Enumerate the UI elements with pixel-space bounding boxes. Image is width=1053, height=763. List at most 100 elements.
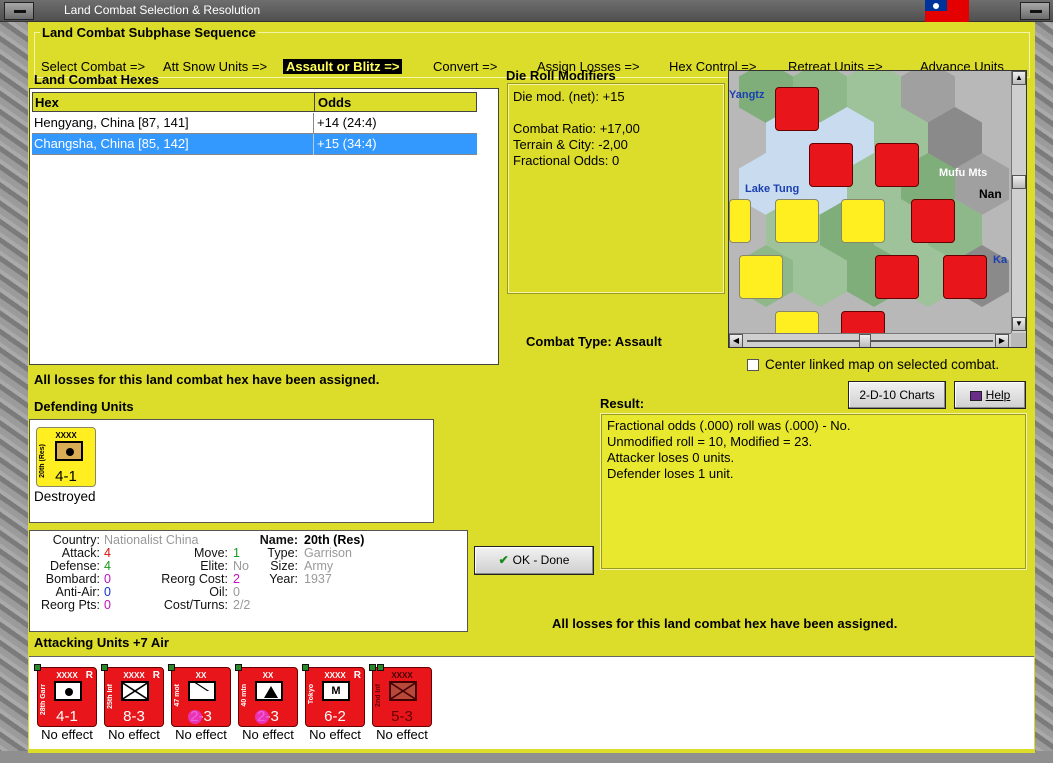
map-counter-china[interactable] <box>739 255 783 299</box>
attacking-unit-status: No effect <box>108 727 160 742</box>
charts-button[interactable]: 2-D-10 Charts <box>848 381 946 409</box>
attacking-unit-status: No effect <box>175 727 227 742</box>
map-counter-china[interactable] <box>775 199 819 243</box>
year-label: Year: <box>269 572 298 586</box>
move-label: Move: <box>193 546 228 560</box>
scroll-thumb[interactable] <box>859 334 871 347</box>
flag-icon <box>925 0 969 22</box>
map-horizontal-scrollbar[interactable]: ◀ ▶ <box>729 333 1011 347</box>
attack-label: Attack: <box>61 546 100 560</box>
map-label-yangtze: Yangtz <box>729 89 765 101</box>
center-map-label: Center linked map on selected combat. <box>765 357 1000 372</box>
center-map-checkbox[interactable] <box>747 359 759 371</box>
hex-row[interactable]: Hengyang, China [87, 141] +14 (24:4) <box>32 113 477 134</box>
garrison-icon <box>54 681 82 701</box>
cost-turns-value: 2/2 <box>233 598 251 612</box>
die-roll-title: Die Roll Modifiers <box>506 68 616 83</box>
unit-size: XXXX <box>55 431 77 440</box>
combat-type: Combat Type: Assault <box>526 334 662 349</box>
step-assault-or-blitz: Assault or Blitz => <box>283 59 403 74</box>
bombard-value: 0 <box>104 572 111 586</box>
defending-units-box: XXXX 20th (Res) 4-1 Destroyed <box>29 419 434 523</box>
attacking-unit-status: No effect <box>376 727 428 742</box>
attacking-unit-counter[interactable]: XXXX R 25th Inf 8-3 <box>101 664 164 727</box>
attacking-unit-counter[interactable]: XXXX R Tokyo M 6-2 <box>302 664 365 727</box>
status-dot-icon <box>101 664 108 671</box>
highlight-dot-icon <box>255 710 269 724</box>
attacking-unit-counter[interactable]: XX 40 mtn 2-3 <box>235 664 298 727</box>
attacking-unit-status: No effect <box>242 727 294 742</box>
help-button-label: Help <box>985 388 1011 402</box>
column-hex[interactable]: Hex <box>35 95 59 110</box>
map-counter-air[interactable] <box>943 255 987 299</box>
ok-done-button[interactable]: ✔ OK - Done <box>474 546 594 575</box>
scroll-right-icon[interactable]: ▶ <box>995 334 1009 347</box>
window-title: Land Combat Selection & Resolution <box>64 3 261 17</box>
scroll-thumb[interactable] <box>1012 175 1026 189</box>
map-counter-air[interactable] <box>775 87 819 131</box>
ok-done-label: OK - Done <box>512 553 570 567</box>
die-roll-box: Die mod. (net): +15 Combat Ratio: +17,00… <box>507 83 725 294</box>
attacking-unit-counter[interactable]: XXXX R 28th Garr 4-1 <box>34 664 97 727</box>
defending-unit-counter[interactable]: XXXX 20th (Res) 4-1 <box>36 427 96 487</box>
attacking-unit-counter[interactable]: XXXX 2nd Inf 5-3 <box>369 664 432 727</box>
minimize-button[interactable] <box>4 2 34 20</box>
unit-strength: 6-2 <box>324 708 346 725</box>
country-label: Country: <box>52 533 100 547</box>
frame-left <box>0 22 28 763</box>
militia-icon: M <box>322 681 350 701</box>
map-counter-china-selected[interactable] <box>841 199 885 243</box>
status-dot-icon <box>34 664 41 671</box>
subphase-title: Land Combat Subphase Sequence <box>40 25 258 40</box>
reorg-pts-label: Reorg Pts: <box>40 598 100 612</box>
scroll-up-icon[interactable]: ▲ <box>1012 71 1026 85</box>
attacking-unit-counter[interactable]: XX 47 mot 2-3 <box>168 664 231 727</box>
oil-value: 0 <box>233 585 240 599</box>
fractional-odds: Fractional Odds: 0 <box>513 153 620 168</box>
help-button[interactable]: Help <box>954 381 1026 409</box>
elite-label: Elite: <box>200 559 228 573</box>
unit-strength: 8-3 <box>123 708 145 725</box>
scroll-left-icon[interactable]: ◀ <box>729 334 743 347</box>
unit-info-box: Country: Nationalist China Attack: 4 Def… <box>29 530 468 632</box>
close-window-button[interactable] <box>1020 2 1050 20</box>
bottom-losses-message: All losses for this land combat hex have… <box>552 616 898 631</box>
defense-value: 4 <box>104 559 111 573</box>
unit-strength: 4-1 <box>55 468 77 485</box>
unit-name: 47 mot <box>174 684 181 707</box>
map-vertical-scrollbar[interactable]: ▲ ▼ <box>1011 71 1026 333</box>
name-label: Name: <box>259 533 298 547</box>
attacking-unit-status: No effect <box>41 727 93 742</box>
unit-size: XX <box>262 671 274 680</box>
map-counter-japan[interactable] <box>809 143 853 187</box>
hex-list: Hex Odds Hengyang, China [87, 141] +14 (… <box>29 88 499 365</box>
size-value: Army <box>304 559 334 573</box>
garrison-icon <box>55 441 83 461</box>
map-counter-air[interactable] <box>875 255 919 299</box>
result-title: Result: <box>600 396 645 411</box>
step-att-snow-units: Att Snow Units => <box>163 59 268 74</box>
hexes-title: Land Combat Hexes <box>34 72 159 87</box>
attack-value: 4 <box>104 546 111 560</box>
linked-map[interactable]: Yangtz Lake Tung Mufu Mts Nan Ka O5 ▲ ▼ … <box>728 70 1027 348</box>
result-line: Attacker loses 0 units. <box>607 450 735 465</box>
hex-name: Changsha, China [85, 142] <box>34 136 189 151</box>
map-counter-air[interactable] <box>875 143 919 187</box>
hex-row-selected[interactable]: Changsha, China [85, 142] +15 (34:4) <box>32 134 477 155</box>
frame-right <box>1035 22 1053 763</box>
result-line: Fractional odds (.000) roll was (.000) -… <box>607 418 851 433</box>
map-counter-japan[interactable] <box>911 199 955 243</box>
map-counter-china[interactable] <box>729 199 751 243</box>
country-value: Nationalist China <box>104 533 199 547</box>
scroll-down-icon[interactable]: ▼ <box>1012 317 1026 331</box>
reserve-flag: R <box>152 670 160 681</box>
status-dot-icon <box>377 664 384 671</box>
unit-size: XXXX <box>391 671 413 680</box>
main-panel: Land Combat Subphase Sequence Select Com… <box>28 22 1035 753</box>
column-odds[interactable]: Odds <box>318 95 351 110</box>
status-dot-icon <box>168 664 175 671</box>
status-dot-icon <box>369 664 376 671</box>
unit-name: Tokyo <box>308 684 315 705</box>
oil-label: Oil: <box>209 585 228 599</box>
map-label-lake: Lake Tung <box>745 183 800 195</box>
